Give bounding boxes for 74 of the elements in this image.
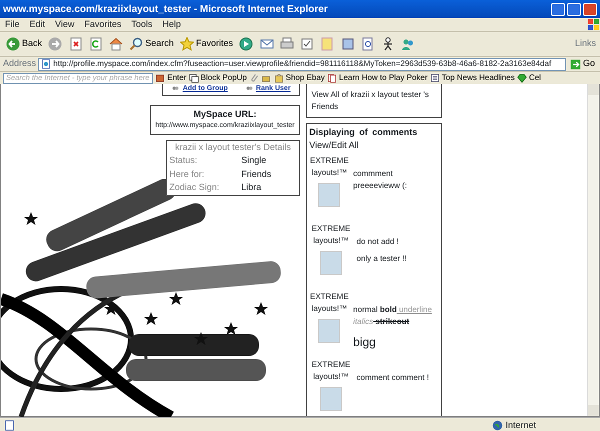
news-button[interactable]: Top News Headlines xyxy=(430,72,515,84)
detail-label: Status: xyxy=(169,154,198,167)
comment-author[interactable]: EXTREME layouts!™ xyxy=(310,290,349,315)
links-button[interactable]: Links xyxy=(574,37,596,51)
page-magnifier-icon xyxy=(360,37,375,51)
detail-value: Libra xyxy=(241,181,262,194)
search-button[interactable]: Search xyxy=(127,36,176,52)
go-button[interactable]: Go xyxy=(568,56,597,72)
paperclip-icon xyxy=(249,73,260,83)
comment-text: comment comment ! xyxy=(356,372,429,384)
comment-author[interactable]: EXTREME layouts!™ xyxy=(310,222,352,247)
cart-button[interactable]: Shop Ebay xyxy=(274,72,325,84)
popup-button[interactable]: Block PopUp xyxy=(188,72,247,84)
windows-logo-icon xyxy=(587,18,600,31)
detail-label: Zodiac Sign: xyxy=(169,181,220,194)
comments-heading: of xyxy=(359,126,368,137)
home-icon xyxy=(109,37,124,51)
sticky-note-icon xyxy=(320,37,334,51)
menu-item[interactable]: File xyxy=(0,18,25,32)
window-title: www.myspace.com/kraziixlayout_tester - Microsoft Internet Explorer xyxy=(3,2,328,16)
page-icon xyxy=(4,420,15,431)
minimize-button[interactable] xyxy=(550,2,564,16)
enter-icon xyxy=(155,73,166,83)
forward-arrow-icon xyxy=(48,37,62,51)
menu-item[interactable]: View xyxy=(50,18,80,32)
detail-value: Single xyxy=(241,154,266,167)
comment-text: normal bold underline italics strikeout xyxy=(353,304,433,328)
go-arrow-icon xyxy=(570,58,581,70)
stop-icon xyxy=(68,37,83,51)
address-label: Address xyxy=(3,57,36,70)
star-icon xyxy=(180,37,194,51)
enter-button[interactable]: Enter xyxy=(155,72,186,84)
phone-button[interactable]: Cel xyxy=(516,72,541,84)
details-title: krazii x layout tester's Details xyxy=(174,140,292,154)
url-heading: MySpace URL: xyxy=(192,108,258,121)
close-button[interactable] xyxy=(583,2,597,16)
page-icon xyxy=(41,59,52,69)
globe-icon xyxy=(492,420,504,431)
comment-author[interactable]: EXTREME layouts!™ xyxy=(310,358,352,383)
media-icon xyxy=(239,37,254,51)
bag-button[interactable] xyxy=(261,73,272,83)
menu-item[interactable]: Tools xyxy=(126,18,158,32)
comment-author[interactable]: EXTREME layouts!™ xyxy=(310,154,349,179)
maximize-button[interactable] xyxy=(566,2,581,16)
people-icon xyxy=(401,37,416,51)
zone-label: Internet xyxy=(505,418,536,431)
comments-heading: comments xyxy=(372,126,418,137)
media-button[interactable] xyxy=(237,36,256,52)
menu-item[interactable]: Help xyxy=(157,18,186,32)
refresh-icon xyxy=(88,37,103,51)
view-edit-all-link[interactable]: View/Edit All xyxy=(309,139,359,153)
clip-button[interactable] xyxy=(249,73,260,83)
printer-icon xyxy=(280,37,294,51)
favorites-button[interactable]: Favorites xyxy=(178,36,236,52)
comment-text: do not add ! xyxy=(356,236,400,248)
detail-value: Friends xyxy=(241,168,272,180)
forward-button[interactable] xyxy=(46,36,64,52)
comments-heading: Displaying xyxy=(309,126,355,137)
menu-item[interactable]: Edit xyxy=(24,18,50,32)
comment-text: commment preeeevieww (: xyxy=(353,168,408,192)
magnifier-icon xyxy=(129,37,144,51)
back-button[interactable]: Back xyxy=(4,36,44,52)
menu-item[interactable]: Favorites xyxy=(79,18,126,32)
comment-heading-text: bigg xyxy=(353,334,377,351)
document-icon xyxy=(300,37,314,51)
shopping-bag-icon xyxy=(274,73,284,83)
address-field[interactable]: http://profile.myspace.com/index.cfm?fuseaction=user.viewprofile&friendid=981116118&MyToken=2963d539-63b8-46a6-8182-2a3163e84daf xyxy=(38,58,566,70)
book-icon xyxy=(340,37,355,51)
comment-text: only a tester !! xyxy=(356,252,407,265)
cards-button[interactable]: Learn How to Play Poker xyxy=(327,72,428,84)
envelope-icon xyxy=(260,37,274,51)
detail-label: Here for: xyxy=(169,168,206,180)
newspaper-icon xyxy=(430,73,440,83)
bag-icon xyxy=(261,73,272,83)
